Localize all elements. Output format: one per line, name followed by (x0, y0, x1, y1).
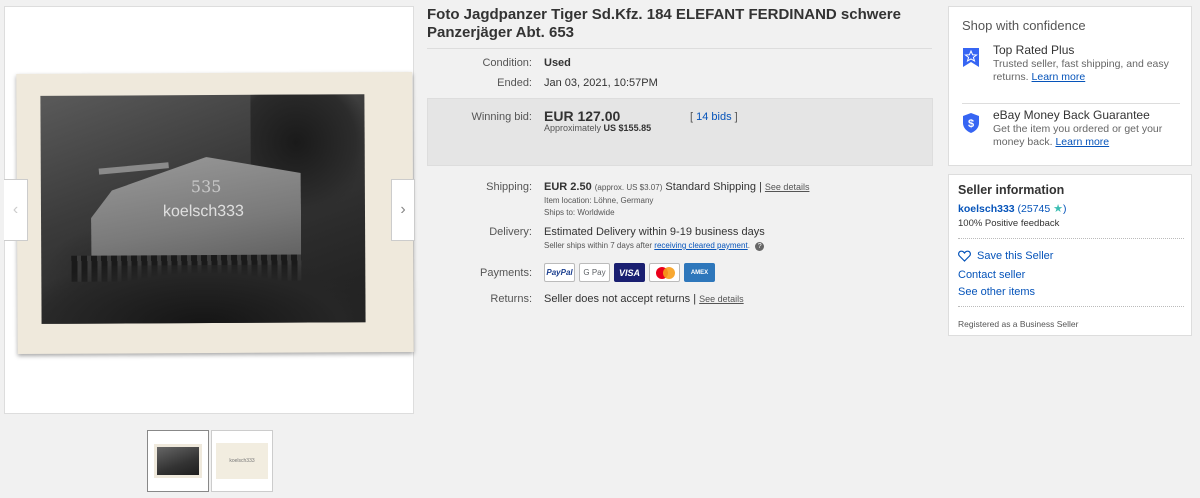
shipping-see-details-link[interactable]: See details (765, 182, 810, 192)
photo-watermark: koelsch333 (162, 202, 244, 221)
top-rated-badge-icon (963, 48, 979, 67)
ended-label: Ended: (497, 77, 532, 89)
top-rated-learn-more-link[interactable]: Learn more (1032, 71, 1086, 83)
seller-divider-bottom (958, 306, 1184, 307)
money-back-text: Get the item you ordered or get your mon… (993, 123, 1183, 149)
save-seller-label: Save this Seller (977, 250, 1054, 262)
photo-print: 535 koelsch333 (40, 94, 366, 324)
seller-divider-top (958, 238, 1184, 239)
delivery-note-text: Seller ships within 7 days after (544, 241, 653, 250)
thumbnail-front-image (154, 444, 202, 478)
thumbnail-strip: koelsch333 (147, 430, 273, 492)
heart-icon (958, 250, 971, 262)
previous-image-button[interactable]: ‹ (4, 179, 28, 241)
visa-logo: VISA (614, 263, 645, 282)
ended-value: Jan 03, 2021, 10:57PM (544, 77, 658, 89)
image-gallery: 535 koelsch333 ‹ › (4, 6, 415, 414)
feedback-star-icon: ★ (1053, 203, 1064, 215)
shipping-value: EUR 2.50 (approx. US $3.07) Standard Shi… (544, 181, 809, 193)
delivery-note: Seller ships within 7 days after receivi… (544, 241, 765, 251)
seller-name-link[interactable]: koelsch333 (958, 203, 1015, 215)
seller-feedback-score: (25745 (1017, 203, 1051, 215)
title-divider (427, 48, 932, 49)
money-back-learn-more-link[interactable]: Learn more (1055, 136, 1109, 148)
winning-bid-price: EUR 127.00 (544, 108, 621, 124)
confidence-divider (962, 103, 1180, 104)
shipping-separator: | (759, 181, 762, 193)
returns-separator: | (693, 293, 697, 305)
money-back-title: eBay Money Back Guarantee (993, 108, 1150, 122)
item-title: Foto Jagdpanzer Tiger Sd.Kfz. 184 ELEFAN… (427, 6, 901, 41)
chevron-left-icon: ‹ (12, 201, 19, 218)
payments-label: Payments: (480, 267, 532, 279)
payment-methods: PayPal G Pay VISA AMEX (544, 263, 715, 282)
delivery-value: Estimated Delivery within 9-19 business … (544, 226, 765, 238)
paypal-logo: PayPal (544, 263, 575, 282)
winning-bid-approx: Approximately US $155.85 (544, 123, 651, 133)
ships-to: Ships to: Worldwide (544, 208, 615, 217)
seller-identity: koelsch333 (25745 ★) (958, 202, 1067, 215)
google-pay-logo: G Pay (579, 263, 610, 282)
delivery-label: Delivery: (489, 226, 532, 238)
shipping-cost: EUR 2.50 (544, 181, 592, 193)
shipping-approx: (approx. US $3.07) (594, 183, 663, 192)
photo-foreground-foliage (41, 264, 366, 324)
contact-seller-link[interactable]: Contact seller (958, 269, 1025, 281)
confidence-title: Shop with confidence (962, 18, 1086, 33)
chevron-right-icon: › (400, 201, 406, 218)
next-image-button[interactable]: › (391, 179, 415, 241)
shipping-label: Shipping: (486, 181, 532, 193)
seller-feedback-score-link[interactable]: (25745 ★) (1018, 203, 1067, 215)
winning-bid-label: Winning bid: (471, 111, 532, 123)
approx-value: US $155.85 (603, 123, 652, 133)
seller-score-close: ) (1063, 203, 1067, 215)
returns-see-details-link[interactable]: See details (699, 294, 744, 304)
shipping-service: Standard Shipping (665, 181, 756, 193)
seller-info-title: Seller information (958, 183, 1065, 197)
winning-bid-panel (427, 98, 933, 166)
mastercard-logo (649, 263, 680, 282)
bids-close-bracket: ] (734, 111, 738, 123)
approx-prefix: Approximately (544, 123, 602, 133)
help-icon[interactable]: ? (755, 242, 765, 251)
delivery-note-period: . (747, 241, 750, 250)
shop-with-confidence-panel: Shop with confidence Top Rated Plus Trus… (948, 6, 1192, 166)
condition-label: Condition: (482, 57, 532, 69)
thumbnail-back[interactable]: koelsch333 (211, 430, 273, 492)
seller-positive-feedback: 100% Positive feedback (958, 218, 1060, 229)
seller-information-panel: Seller information koelsch333 (25745 ★) … (948, 174, 1192, 336)
top-rated-title: Top Rated Plus (993, 43, 1075, 57)
bid-history-link[interactable]: 14 bids (696, 111, 731, 123)
thumbnail-back-image: koelsch333 (216, 443, 268, 479)
returns-label: Returns: (490, 293, 532, 305)
bids-open-bracket: [ (690, 111, 694, 123)
see-other-items-link[interactable]: See other items (958, 286, 1035, 298)
save-seller-button[interactable]: Save this Seller (958, 250, 1053, 262)
svg-text:$: $ (968, 118, 974, 130)
cleared-payment-link[interactable]: receiving cleared payment (654, 241, 747, 250)
shield-dollar-icon: $ (963, 113, 979, 133)
thumbnail-front[interactable] (147, 430, 209, 492)
item-location: Item location: Löhne, Germany (544, 196, 654, 205)
amex-logo: AMEX (684, 263, 715, 282)
business-seller-note: Registered as a Business Seller (958, 319, 1079, 329)
returns-value: Seller does not accept returns | See det… (544, 293, 744, 305)
returns-text: Seller does not accept returns (544, 293, 691, 305)
main-photo[interactable]: 535 koelsch333 (16, 71, 414, 355)
condition-value: Used (544, 57, 571, 69)
photo-tank-number: 535 (190, 176, 222, 197)
photo-tank-gun (98, 162, 169, 175)
bid-count: [ 14 bids ] (690, 111, 738, 123)
top-rated-text: Trusted seller, fast shipping, and easy … (993, 58, 1183, 84)
